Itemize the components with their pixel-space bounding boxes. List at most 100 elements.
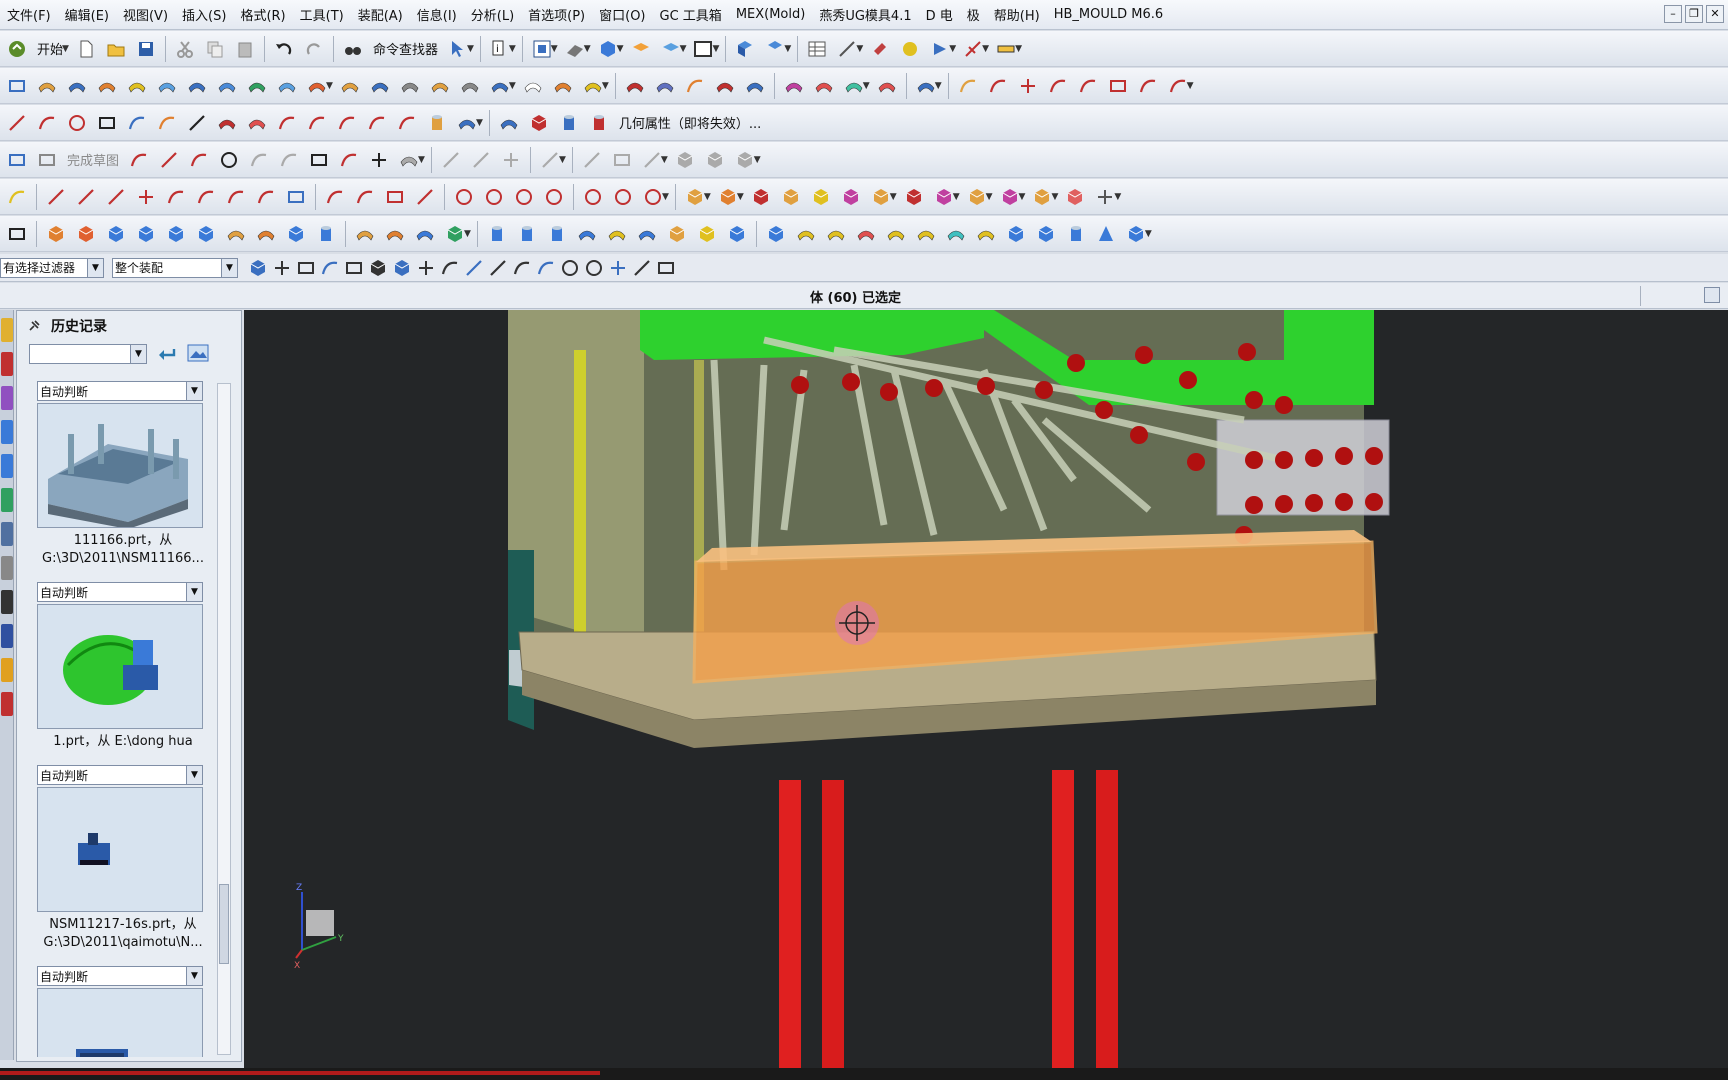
shape-icon[interactable] (710, 72, 740, 100)
scope-select[interactable]: 整个装配 ▼ (112, 257, 238, 278)
new-file-icon[interactable] (71, 35, 101, 63)
dropdown-arrow-icon[interactable]: ▼ (890, 192, 897, 202)
select-type-icon[interactable] (246, 254, 270, 282)
sphere-icon[interactable] (191, 220, 221, 248)
menu-item[interactable]: D 电 (919, 5, 960, 24)
angle-line-icon[interactable] (71, 183, 101, 211)
edit-fillet-icon[interactable] (1073, 72, 1103, 100)
history-item[interactable]: 自动判断 ▼ 111166.prt，从 G:\3D\2011\NSM11166... (37, 381, 209, 568)
new-body-icon[interactable] (2, 220, 32, 248)
sketch-icon[interactable] (2, 146, 32, 174)
global-shape-icon[interactable] (740, 72, 770, 100)
rectangle-icon[interactable] (92, 109, 122, 137)
water-manifold[interactable] (1216, 419, 1390, 516)
command-finder-button[interactable]: 命令查找器 (368, 39, 443, 58)
circle-diameter-icon[interactable] (608, 183, 638, 211)
mold-wizard-icon[interactable] (895, 35, 925, 63)
edit-length-icon[interactable] (1103, 72, 1133, 100)
patch-body-icon[interactable] (911, 220, 941, 248)
combined-curve-icon[interactable] (272, 109, 302, 137)
circle-radius-icon[interactable] (539, 183, 569, 211)
reflection-icon[interactable] (872, 72, 902, 100)
plane-icon[interactable] (2, 72, 32, 100)
point-icon[interactable] (62, 109, 92, 137)
trim-body-icon[interactable] (281, 220, 311, 248)
dropdown-arrow-icon[interactable]: ▼ (1145, 229, 1152, 239)
offset-surface-icon[interactable] (335, 72, 365, 100)
mold-tool-icon[interactable] (865, 35, 895, 63)
finish-sketch-icon[interactable] (32, 146, 62, 174)
reuse-library-tab-icon[interactable] (1, 420, 13, 444)
dropdown-arrow-icon[interactable]: ▼ (476, 118, 483, 128)
redo-icon[interactable] (299, 35, 329, 63)
midline-snap-icon[interactable] (630, 254, 654, 282)
chamfer-icon[interactable] (380, 220, 410, 248)
binoculars-icon[interactable] (338, 35, 368, 63)
history-item-thumbnail[interactable] (37, 988, 203, 1057)
history-item-mode-select[interactable]: 自动判断 ▼ (37, 966, 203, 986)
thicken-body-icon[interactable] (1001, 220, 1031, 248)
transition-icon[interactable] (272, 72, 302, 100)
arc-3pt-icon[interactable] (320, 183, 350, 211)
scrollbar-thumb[interactable] (219, 884, 229, 964)
simplify-icon[interactable] (941, 220, 971, 248)
thicken-icon[interactable] (548, 72, 578, 100)
dropdown-arrow-icon[interactable]: ▼ (662, 192, 669, 202)
history-item-thumbnail[interactable] (37, 604, 203, 729)
ruled-surface-icon[interactable] (32, 72, 62, 100)
associative-line-icon[interactable] (41, 183, 71, 211)
history-view-select[interactable]: ▼ (29, 344, 147, 364)
arc-center-icon[interactable] (350, 183, 380, 211)
styled-blend-icon[interactable] (809, 72, 839, 100)
cut-icon[interactable] (170, 35, 200, 63)
dropdown-arrow-icon[interactable]: ▼ (464, 229, 471, 239)
face-blend-icon[interactable] (779, 72, 809, 100)
graphics-window[interactable]: Z Y X (244, 310, 1728, 1068)
dropdown-arrow-icon[interactable]: ▼ (863, 81, 870, 91)
part-navigator-tab-icon[interactable] (1, 386, 13, 410)
ejector-pillar[interactable] (1096, 770, 1118, 1068)
divide-curve-icon[interactable] (1043, 72, 1073, 100)
extract-curve-icon[interactable] (422, 109, 452, 137)
sketch-chamfer-icon[interactable] (274, 146, 304, 174)
copy-icon[interactable] (200, 35, 230, 63)
block-icon[interactable] (101, 220, 131, 248)
dropdown-arrow-icon[interactable]: ▼ (509, 81, 516, 91)
match-edge-icon[interactable] (680, 72, 710, 100)
cone-icon[interactable] (161, 220, 191, 248)
snap-tangent-icon[interactable] (438, 254, 462, 282)
pocket-icon[interactable] (836, 183, 866, 211)
curve-edit-icon[interactable] (953, 72, 983, 100)
dropdown-arrow-icon[interactable]: ▼ (953, 192, 960, 202)
roles-tab-icon[interactable] (1, 624, 13, 648)
wrap-geometry-icon[interactable] (881, 220, 911, 248)
history-tab-icon[interactable] (1, 488, 13, 512)
sketch-line-icon[interactable] (154, 146, 184, 174)
box-icon[interactable] (1031, 220, 1061, 248)
dropdown-arrow-icon[interactable]: ▼ (704, 192, 711, 202)
history-item[interactable]: 自动判断 ▼ 1.prt，从 E:\dong hua (37, 582, 209, 751)
sketch-arc-icon[interactable] (184, 146, 214, 174)
system-materials-tab-icon[interactable] (1, 522, 13, 546)
edit-curve-icon[interactable] (983, 72, 1013, 100)
dropdown-arrow-icon[interactable]: ▼ (1114, 192, 1121, 202)
dropdown-arrow-icon[interactable]: ▼ (326, 81, 333, 91)
menu-item[interactable]: 插入(S) (175, 5, 233, 24)
offset-region-icon[interactable] (821, 220, 851, 248)
circle-tangent-icon[interactable] (509, 183, 539, 211)
menu-item[interactable]: MEX(Mold) (729, 7, 813, 22)
extension-icon[interactable] (365, 72, 395, 100)
component-filter-icon[interactable] (294, 254, 318, 282)
sketch-circle-icon[interactable] (214, 146, 244, 174)
stretch-icon[interactable] (1133, 72, 1163, 100)
dropdown-arrow-icon[interactable]: ▼ (1051, 192, 1058, 202)
sketch-fillet-icon[interactable] (244, 146, 274, 174)
quadrant-snap-icon[interactable] (582, 254, 606, 282)
history-item-thumbnail[interactable] (37, 403, 203, 528)
delete-face-icon[interactable] (1060, 183, 1090, 211)
chamfer-line-icon[interactable] (410, 183, 440, 211)
edge-blend-icon[interactable] (350, 220, 380, 248)
auto-constrain-icon[interactable] (607, 146, 637, 174)
circle-center-icon[interactable] (449, 183, 479, 211)
alternate-solution-icon[interactable] (700, 146, 730, 174)
